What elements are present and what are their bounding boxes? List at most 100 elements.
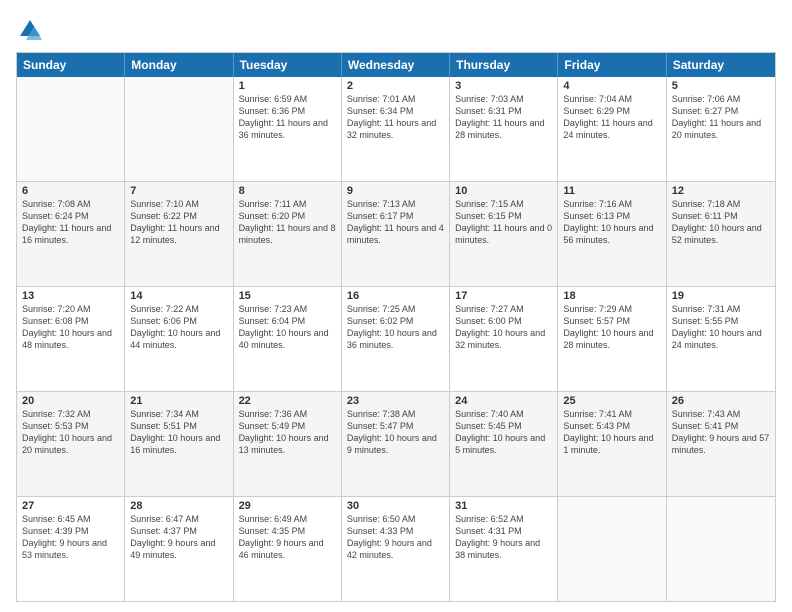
day-number: 28: [130, 500, 227, 512]
day-number: 25: [563, 395, 660, 407]
day-number: 6: [22, 185, 119, 197]
day-number: 13: [22, 290, 119, 302]
calendar-cell: 10Sunrise: 7:15 AM Sunset: 6:15 PM Dayli…: [450, 182, 558, 286]
calendar-cell: 6Sunrise: 7:08 AM Sunset: 6:24 PM Daylig…: [17, 182, 125, 286]
calendar-cell: 18Sunrise: 7:29 AM Sunset: 5:57 PM Dayli…: [558, 287, 666, 391]
cell-text: Sunrise: 7:06 AM Sunset: 6:27 PM Dayligh…: [672, 93, 770, 142]
cell-text: Sunrise: 7:34 AM Sunset: 5:51 PM Dayligh…: [130, 408, 227, 457]
calendar-row-4: 20Sunrise: 7:32 AM Sunset: 5:53 PM Dayli…: [17, 391, 775, 496]
header-day-sunday: Sunday: [17, 53, 125, 77]
header-day-monday: Monday: [125, 53, 233, 77]
day-number: 29: [239, 500, 336, 512]
calendar-cell: [667, 497, 775, 601]
day-number: 17: [455, 290, 552, 302]
calendar-cell: 4Sunrise: 7:04 AM Sunset: 6:29 PM Daylig…: [558, 77, 666, 181]
calendar-cell: 23Sunrise: 7:38 AM Sunset: 5:47 PM Dayli…: [342, 392, 450, 496]
calendar-cell: 17Sunrise: 7:27 AM Sunset: 6:00 PM Dayli…: [450, 287, 558, 391]
cell-text: Sunrise: 6:50 AM Sunset: 4:33 PM Dayligh…: [347, 513, 444, 562]
cell-text: Sunrise: 6:59 AM Sunset: 6:36 PM Dayligh…: [239, 93, 336, 142]
header-day-saturday: Saturday: [667, 53, 775, 77]
calendar-row-1: 1Sunrise: 6:59 AM Sunset: 6:36 PM Daylig…: [17, 77, 775, 181]
calendar-cell: 26Sunrise: 7:43 AM Sunset: 5:41 PM Dayli…: [667, 392, 775, 496]
cell-text: Sunrise: 7:36 AM Sunset: 5:49 PM Dayligh…: [239, 408, 336, 457]
calendar-cell: 29Sunrise: 6:49 AM Sunset: 4:35 PM Dayli…: [234, 497, 342, 601]
calendar-cell: 8Sunrise: 7:11 AM Sunset: 6:20 PM Daylig…: [234, 182, 342, 286]
cell-text: Sunrise: 7:23 AM Sunset: 6:04 PM Dayligh…: [239, 303, 336, 352]
day-number: 23: [347, 395, 444, 407]
calendar-cell: 25Sunrise: 7:41 AM Sunset: 5:43 PM Dayli…: [558, 392, 666, 496]
calendar-cell: [558, 497, 666, 601]
day-number: 19: [672, 290, 770, 302]
calendar-cell: 28Sunrise: 6:47 AM Sunset: 4:37 PM Dayli…: [125, 497, 233, 601]
day-number: 16: [347, 290, 444, 302]
calendar-row-2: 6Sunrise: 7:08 AM Sunset: 6:24 PM Daylig…: [17, 181, 775, 286]
day-number: 18: [563, 290, 660, 302]
day-number: 22: [239, 395, 336, 407]
cell-text: Sunrise: 7:20 AM Sunset: 6:08 PM Dayligh…: [22, 303, 119, 352]
day-number: 24: [455, 395, 552, 407]
calendar-cell: 27Sunrise: 6:45 AM Sunset: 4:39 PM Dayli…: [17, 497, 125, 601]
day-number: 14: [130, 290, 227, 302]
calendar-row-5: 27Sunrise: 6:45 AM Sunset: 4:39 PM Dayli…: [17, 496, 775, 601]
cell-text: Sunrise: 7:31 AM Sunset: 5:55 PM Dayligh…: [672, 303, 770, 352]
header-day-tuesday: Tuesday: [234, 53, 342, 77]
day-number: 20: [22, 395, 119, 407]
cell-text: Sunrise: 7:43 AM Sunset: 5:41 PM Dayligh…: [672, 408, 770, 457]
cell-text: Sunrise: 7:40 AM Sunset: 5:45 PM Dayligh…: [455, 408, 552, 457]
calendar-cell: 12Sunrise: 7:18 AM Sunset: 6:11 PM Dayli…: [667, 182, 775, 286]
day-number: 15: [239, 290, 336, 302]
day-number: 8: [239, 185, 336, 197]
calendar-cell: 24Sunrise: 7:40 AM Sunset: 5:45 PM Dayli…: [450, 392, 558, 496]
day-number: 5: [672, 80, 770, 92]
day-number: 3: [455, 80, 552, 92]
calendar-cell: 11Sunrise: 7:16 AM Sunset: 6:13 PM Dayli…: [558, 182, 666, 286]
cell-text: Sunrise: 7:11 AM Sunset: 6:20 PM Dayligh…: [239, 198, 336, 247]
day-number: 11: [563, 185, 660, 197]
page: SundayMondayTuesdayWednesdayThursdayFrid…: [0, 0, 792, 612]
calendar-cell: 1Sunrise: 6:59 AM Sunset: 6:36 PM Daylig…: [234, 77, 342, 181]
cell-text: Sunrise: 7:16 AM Sunset: 6:13 PM Dayligh…: [563, 198, 660, 247]
cell-text: Sunrise: 7:10 AM Sunset: 6:22 PM Dayligh…: [130, 198, 227, 247]
day-number: 12: [672, 185, 770, 197]
calendar-cell: [17, 77, 125, 181]
calendar-cell: 21Sunrise: 7:34 AM Sunset: 5:51 PM Dayli…: [125, 392, 233, 496]
day-number: 21: [130, 395, 227, 407]
cell-text: Sunrise: 7:08 AM Sunset: 6:24 PM Dayligh…: [22, 198, 119, 247]
header: [16, 16, 776, 44]
day-number: 31: [455, 500, 552, 512]
cell-text: Sunrise: 7:01 AM Sunset: 6:34 PM Dayligh…: [347, 93, 444, 142]
day-number: 30: [347, 500, 444, 512]
calendar-body: 1Sunrise: 6:59 AM Sunset: 6:36 PM Daylig…: [17, 77, 775, 601]
calendar: SundayMondayTuesdayWednesdayThursdayFrid…: [16, 52, 776, 602]
calendar-row-3: 13Sunrise: 7:20 AM Sunset: 6:08 PM Dayli…: [17, 286, 775, 391]
calendar-header: SundayMondayTuesdayWednesdayThursdayFrid…: [17, 53, 775, 77]
calendar-cell: 31Sunrise: 6:52 AM Sunset: 4:31 PM Dayli…: [450, 497, 558, 601]
calendar-cell: 7Sunrise: 7:10 AM Sunset: 6:22 PM Daylig…: [125, 182, 233, 286]
cell-text: Sunrise: 6:52 AM Sunset: 4:31 PM Dayligh…: [455, 513, 552, 562]
cell-text: Sunrise: 7:27 AM Sunset: 6:00 PM Dayligh…: [455, 303, 552, 352]
calendar-cell: 5Sunrise: 7:06 AM Sunset: 6:27 PM Daylig…: [667, 77, 775, 181]
cell-text: Sunrise: 7:32 AM Sunset: 5:53 PM Dayligh…: [22, 408, 119, 457]
calendar-cell: 22Sunrise: 7:36 AM Sunset: 5:49 PM Dayli…: [234, 392, 342, 496]
day-number: 27: [22, 500, 119, 512]
cell-text: Sunrise: 7:15 AM Sunset: 6:15 PM Dayligh…: [455, 198, 552, 247]
calendar-cell: 9Sunrise: 7:13 AM Sunset: 6:17 PM Daylig…: [342, 182, 450, 286]
calendar-cell: 3Sunrise: 7:03 AM Sunset: 6:31 PM Daylig…: [450, 77, 558, 181]
cell-text: Sunrise: 6:45 AM Sunset: 4:39 PM Dayligh…: [22, 513, 119, 562]
calendar-cell: 13Sunrise: 7:20 AM Sunset: 6:08 PM Dayli…: [17, 287, 125, 391]
logo-icon: [16, 16, 44, 44]
day-number: 4: [563, 80, 660, 92]
day-number: 10: [455, 185, 552, 197]
cell-text: Sunrise: 7:22 AM Sunset: 6:06 PM Dayligh…: [130, 303, 227, 352]
calendar-cell: 20Sunrise: 7:32 AM Sunset: 5:53 PM Dayli…: [17, 392, 125, 496]
cell-text: Sunrise: 7:25 AM Sunset: 6:02 PM Dayligh…: [347, 303, 444, 352]
cell-text: Sunrise: 7:03 AM Sunset: 6:31 PM Dayligh…: [455, 93, 552, 142]
header-day-thursday: Thursday: [450, 53, 558, 77]
calendar-cell: 19Sunrise: 7:31 AM Sunset: 5:55 PM Dayli…: [667, 287, 775, 391]
calendar-cell: 2Sunrise: 7:01 AM Sunset: 6:34 PM Daylig…: [342, 77, 450, 181]
cell-text: Sunrise: 7:04 AM Sunset: 6:29 PM Dayligh…: [563, 93, 660, 142]
day-number: 2: [347, 80, 444, 92]
cell-text: Sunrise: 7:38 AM Sunset: 5:47 PM Dayligh…: [347, 408, 444, 457]
cell-text: Sunrise: 7:29 AM Sunset: 5:57 PM Dayligh…: [563, 303, 660, 352]
calendar-cell: 15Sunrise: 7:23 AM Sunset: 6:04 PM Dayli…: [234, 287, 342, 391]
